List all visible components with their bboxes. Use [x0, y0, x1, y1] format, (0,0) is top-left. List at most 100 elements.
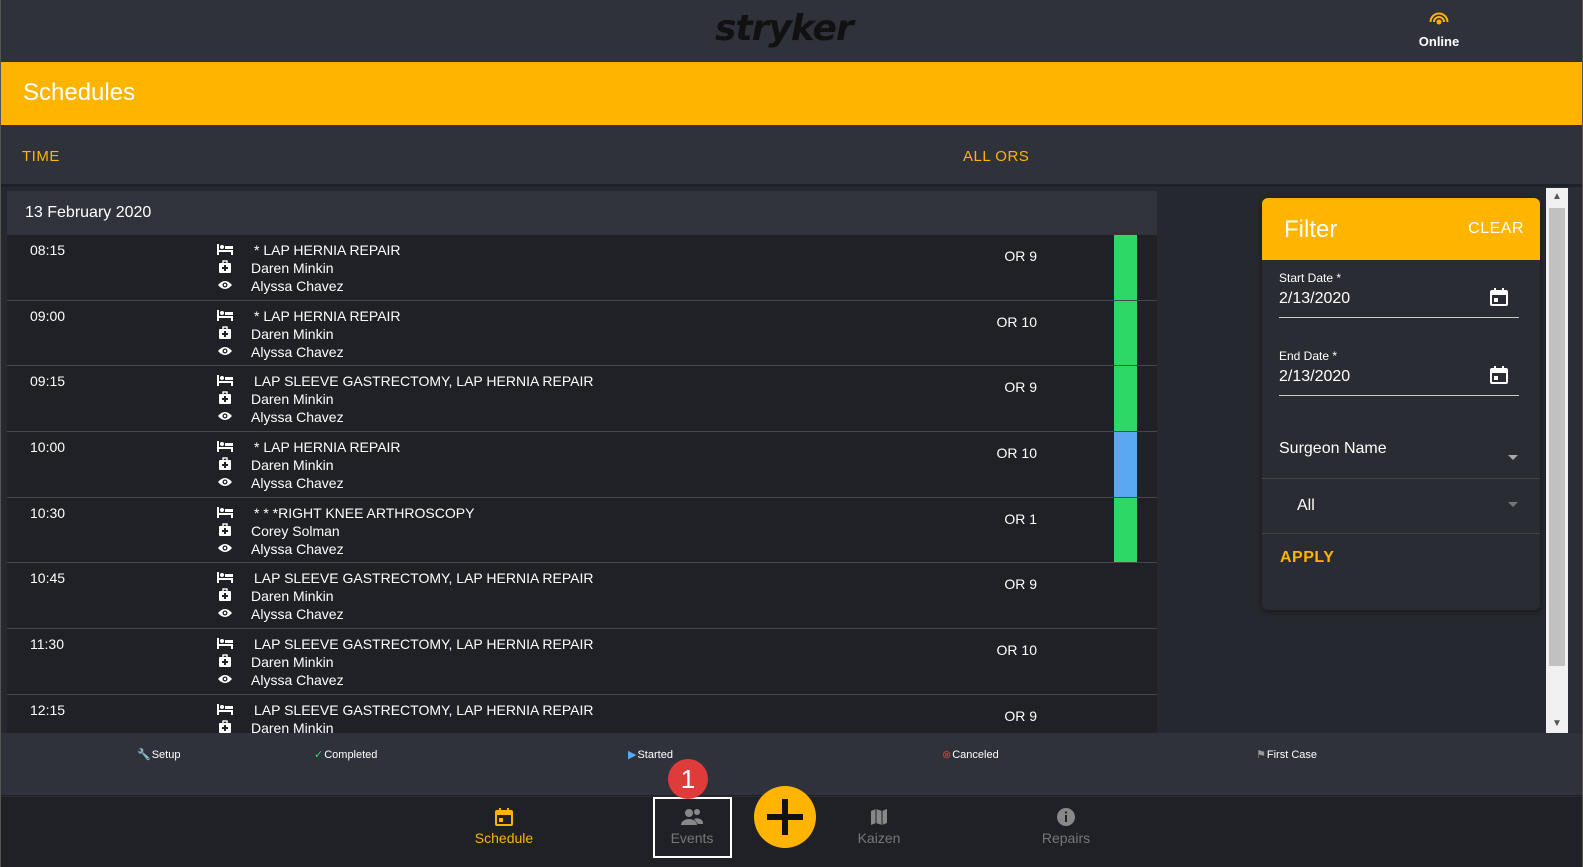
scroll-up-arrow-icon[interactable]: ▲	[1546, 188, 1568, 206]
surgeon-name-label: Surgeon Name	[1279, 440, 1387, 457]
eye-icon	[214, 344, 236, 362]
page-title: Schedules	[23, 79, 136, 106]
row-observer: Alyssa Chavez	[251, 475, 344, 492]
chevron-down-icon[interactable]	[1508, 455, 1518, 460]
bed-icon	[214, 242, 236, 260]
online-status[interactable]: Online	[1416, 12, 1462, 49]
row-surgeon: Daren Minkin	[251, 325, 334, 342]
schedule-row[interactable]: 08:15 * LAP HERNIA REPAIR Daren Minkin Aly…	[7, 235, 1157, 301]
legend-started: ▶Started	[628, 749, 673, 761]
play-icon: ▶	[628, 749, 637, 761]
schedule-row[interactable]: 10:45 LAP SLEEVE GASTRECTOMY, LAP HERNIA …	[7, 563, 1157, 630]
schedule-row[interactable]: 09:15 LAP SLEEVE GASTRECTOMY, LAP HERNIA …	[7, 366, 1157, 433]
bed-icon	[214, 308, 236, 326]
start-date-field[interactable]: Start Date * 2/13/2020	[1279, 271, 1519, 318]
nav-schedule[interactable]: Schedule	[464, 807, 544, 846]
clear-button[interactable]: CLEAR	[1468, 220, 1524, 238]
row-procedure: * LAP HERNIA REPAIR	[254, 439, 401, 456]
medical-kit-icon	[214, 260, 236, 278]
status-indicator	[1114, 497, 1137, 563]
map-icon	[871, 809, 887, 825]
eye-icon	[214, 278, 236, 296]
row-surgeon: Corey Solman	[251, 522, 340, 539]
status-indicator	[1114, 366, 1137, 432]
medical-kit-icon	[214, 391, 236, 409]
bed-icon	[214, 505, 236, 523]
row-surgeon: Daren Minkin	[251, 391, 334, 408]
row-or: OR 9	[1004, 248, 1037, 264]
calendar-icon[interactable]	[1489, 365, 1509, 385]
row-surgeon: Daren Minkin	[251, 719, 334, 733]
schedule-row[interactable]: 12:15 LAP SLEEVE GASTRECTOMY, LAP HERNIA …	[7, 694, 1157, 733]
status-indicator	[1114, 432, 1137, 497]
chevron-down-icon[interactable]	[1508, 502, 1518, 507]
row-observer: Alyssa Chavez	[251, 278, 344, 294]
notification-badge: 1	[668, 759, 708, 799]
apply-button[interactable]: APPLY	[1280, 549, 1334, 567]
bed-icon	[214, 439, 236, 457]
online-label: Online	[1418, 34, 1460, 49]
cancel-icon: ⊗	[942, 749, 952, 761]
eye-icon	[214, 475, 236, 493]
row-procedure: * LAP HERNIA REPAIR	[254, 307, 401, 324]
legend-completed: ✓Completed	[314, 749, 378, 761]
row-time: 11:30	[30, 636, 64, 653]
start-date-value[interactable]: 2/13/2020	[1279, 290, 1519, 308]
schedule-row[interactable]: 09:00 * LAP HERNIA REPAIR Daren Minkin Aly…	[7, 300, 1157, 367]
status-indicator	[1114, 300, 1137, 366]
row-or: OR 9	[1004, 707, 1037, 724]
row-or: OR 1	[1004, 510, 1037, 527]
filter-title: Filter	[1284, 216, 1338, 243]
row-time: 09:15	[30, 373, 66, 390]
scroll-thumb[interactable]	[1549, 208, 1565, 666]
add-button[interactable]	[754, 786, 816, 848]
row-surgeon: Daren Minkin	[251, 457, 334, 474]
title-bar: Schedules	[1, 62, 1582, 125]
legend-canceled: ⊗Canceled	[942, 749, 999, 761]
row-or: OR 10	[996, 445, 1037, 462]
time-column-header[interactable]: TIME	[22, 148, 60, 165]
scrollbar[interactable]: ▲ ▼	[1546, 188, 1568, 733]
eye-icon	[214, 541, 236, 559]
schedule-rows: 08:15 * LAP HERNIA REPAIR Daren Minkin Aly…	[7, 235, 1157, 733]
row-time: 12:15	[30, 701, 66, 718]
nav-kaizen[interactable]: Kaizen	[839, 807, 919, 846]
eye-icon	[214, 672, 236, 690]
row-procedure: * * *RIGHT KNEE ARTHROSCOPY	[254, 504, 475, 521]
row-or: OR 9	[1004, 379, 1037, 396]
schedule-row[interactable]: 10:30 * * *RIGHT KNEE ARTHROSCOPY Corey So…	[7, 497, 1157, 564]
scroll-down-arrow-icon[interactable]: ▼	[1546, 715, 1568, 733]
bed-icon	[214, 570, 236, 588]
nav-repairs[interactable]: Repairs	[1026, 807, 1106, 846]
row-or: OR 10	[996, 642, 1037, 659]
row-procedure: LAP SLEEVE GASTRECTOMY, LAP HERNIA REPAI…	[254, 373, 594, 390]
medical-kit-icon	[214, 720, 236, 733]
nav-schedule-label: Schedule	[474, 830, 534, 846]
flag-icon: ⚑	[1256, 749, 1266, 761]
schedule-row[interactable]: 11:30 LAP SLEEVE GASTRECTOMY, LAP HERNIA …	[7, 629, 1157, 695]
filter-header: Filter CLEAR	[1262, 198, 1540, 260]
eye-icon	[214, 409, 236, 427]
row-observer: Alyssa Chavez	[251, 409, 344, 426]
row-observer: Alyssa Chavez	[251, 606, 344, 623]
column-header: TIME ALL ORS	[1, 125, 1582, 187]
calendar-icon	[495, 808, 513, 826]
end-date-value[interactable]: 2/13/2020	[1279, 368, 1519, 386]
end-date-field[interactable]: End Date * 2/13/2020	[1279, 349, 1519, 396]
nav-repairs-label: Repairs	[1041, 830, 1091, 846]
status-indicator	[1114, 235, 1137, 300]
row-surgeon: Daren Minkin	[251, 260, 334, 276]
schedule-row[interactable]: 10:00 * LAP HERNIA REPAIR Daren Minkin Aly…	[7, 432, 1157, 498]
surgeon-name-dropdown[interactable]: Surgeon Name	[1262, 433, 1540, 479]
surgeon-select[interactable]: All	[1262, 480, 1540, 534]
row-time: 10:45	[30, 570, 66, 587]
bed-icon	[214, 702, 236, 720]
ors-column-header[interactable]: ALL ORS	[963, 148, 1029, 165]
row-surgeon: Daren Minkin	[251, 654, 334, 671]
surgeon-select-value: All	[1297, 497, 1315, 514]
row-procedure: LAP SLEEVE GASTRECTOMY, LAP HERNIA REPAI…	[254, 570, 594, 587]
medical-kit-icon	[214, 457, 236, 475]
calendar-icon[interactable]	[1489, 287, 1509, 307]
row-or: OR 9	[1004, 576, 1037, 593]
medical-kit-icon	[214, 588, 236, 606]
